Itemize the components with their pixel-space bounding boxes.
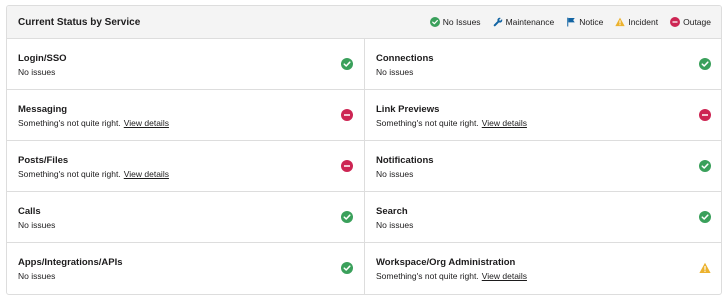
minus-circle-icon [341, 160, 353, 172]
view-details-link[interactable]: View details [482, 271, 527, 281]
check-circle-icon [699, 160, 711, 172]
warning-triangle-icon [699, 262, 711, 274]
service-name: Messaging [18, 104, 68, 115]
service-connections: Connections No issues [365, 39, 721, 90]
service-grid: Login/SSO No issues Connections No issue… [7, 39, 721, 294]
status-legend: No Issues Maintenance Notice Incident Ou… [429, 17, 711, 27]
service-status: Something's not quite right. View details [376, 271, 527, 281]
service-status: Something's not quite right. View details [376, 118, 527, 128]
service-status: Something's not quite right. View details [18, 118, 169, 128]
service-workspace-org-administration: Workspace/Org Administration Something's… [365, 243, 721, 294]
status-header: Current Status by Service No Issues Main… [7, 6, 721, 39]
panel-title: Current Status by Service [18, 16, 141, 28]
service-status: No issues [18, 220, 56, 230]
wrench-icon [493, 17, 503, 27]
check-circle-icon [699, 58, 711, 70]
service-name: Apps/Integrations/APIs [18, 257, 123, 268]
service-calls: Calls No issues [7, 192, 365, 243]
service-name: Workspace/Org Administration [376, 257, 516, 268]
service-status: Something's not quite right. View details [18, 169, 169, 179]
view-details-link[interactable]: View details [482, 118, 527, 128]
legend-maintenance: Maintenance [493, 17, 555, 27]
legend-no-issues: No Issues [429, 17, 481, 27]
legend-label: Outage [683, 17, 711, 27]
service-status: No issues [376, 67, 414, 77]
minus-circle-icon [341, 109, 353, 121]
service-name: Connections [376, 53, 434, 64]
minus-circle-icon [670, 17, 681, 27]
service-apps-integrations-apis: Apps/Integrations/APIs No issues [7, 243, 365, 294]
legend-notice: Notice [566, 17, 603, 27]
service-link-previews: Link Previews Something's not quite righ… [365, 90, 721, 141]
view-details-link[interactable]: View details [124, 169, 169, 179]
warning-triangle-icon [615, 17, 625, 27]
service-name: Posts/Files [18, 155, 69, 166]
legend-label: Maintenance [505, 17, 555, 27]
service-messaging: Messaging Something's not quite right. Vi… [7, 90, 365, 141]
legend-outage: Outage [670, 17, 711, 27]
legend-label: Notice [579, 17, 604, 27]
view-details-link[interactable]: View details [124, 118, 169, 128]
check-circle-icon [341, 262, 353, 274]
status-panel: Current Status by Service No Issues Main… [6, 5, 722, 295]
service-name: Notifications [376, 155, 434, 166]
check-circle-icon [341, 58, 353, 70]
service-status: No issues [18, 271, 56, 281]
service-name: Calls [18, 206, 41, 217]
check-circle-icon [699, 211, 711, 223]
check-circle-icon [341, 211, 353, 223]
service-search: Search No issues [365, 192, 721, 243]
check-circle-icon [429, 17, 440, 27]
service-login-sso: Login/SSO No issues [7, 39, 365, 90]
service-status: No issues [376, 169, 414, 179]
legend-incident: Incident [615, 17, 658, 27]
service-name: Link Previews [376, 104, 440, 115]
service-status: No issues [18, 67, 56, 77]
service-notifications: Notifications No issues [365, 141, 721, 192]
service-name: Search [376, 206, 408, 217]
legend-label: No Issues [442, 17, 481, 27]
service-status: No issues [376, 220, 414, 230]
flag-icon [566, 17, 576, 27]
minus-circle-icon [699, 109, 711, 121]
service-posts-files: Posts/Files Something's not quite right.… [7, 141, 365, 192]
service-name: Login/SSO [18, 53, 67, 64]
legend-label: Incident [628, 17, 659, 27]
